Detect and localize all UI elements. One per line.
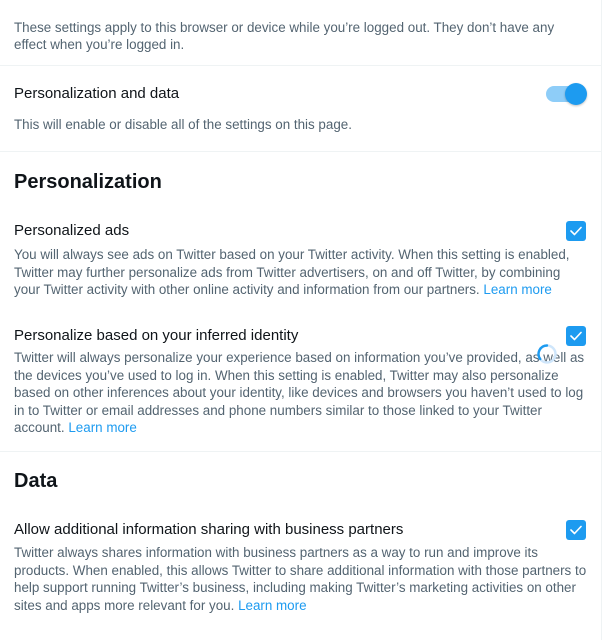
personalized-ads-learn-more-link[interactable]: Learn more [483, 282, 551, 297]
divider [0, 451, 602, 452]
personalization-and-data-toggle[interactable] [546, 83, 587, 105]
inferred-identity-title: Personalize based on your inferred ident… [14, 327, 299, 344]
personalized-ads-description: You will always see ads on Twitter based… [14, 247, 570, 298]
checkmark-icon [570, 331, 582, 341]
info-sharing-description: Twitter always shares information with b… [14, 545, 587, 613]
intro-text: These settings apply to this browser or … [14, 20, 555, 52]
personalization-and-data-description: This will enable or disable all of the s… [14, 117, 352, 132]
divider [0, 151, 602, 152]
personalized-ads-checkbox[interactable] [566, 221, 586, 241]
personalization-heading: Personalization [14, 171, 162, 193]
inferred-identity-checkbox[interactable] [566, 326, 586, 346]
personalization-and-data-title: Personalization and data [14, 85, 180, 102]
personalized-ads-title: Personalized ads [14, 222, 130, 239]
inferred-identity-learn-more-link[interactable]: Learn more [68, 420, 136, 435]
data-heading: Data [14, 470, 58, 492]
checkmark-icon [570, 525, 582, 535]
info-sharing-checkbox[interactable] [566, 520, 586, 540]
info-sharing-title: Allow additional information sharing wit… [14, 521, 404, 538]
checkmark-icon [570, 226, 582, 236]
divider [0, 65, 602, 66]
toggle-knob [565, 83, 587, 105]
inferred-identity-description: Twitter will always personalize your exp… [14, 350, 585, 436]
settings-page: These settings apply to this browser or … [0, 0, 602, 640]
info-sharing-learn-more-link[interactable]: Learn more [238, 598, 306, 613]
